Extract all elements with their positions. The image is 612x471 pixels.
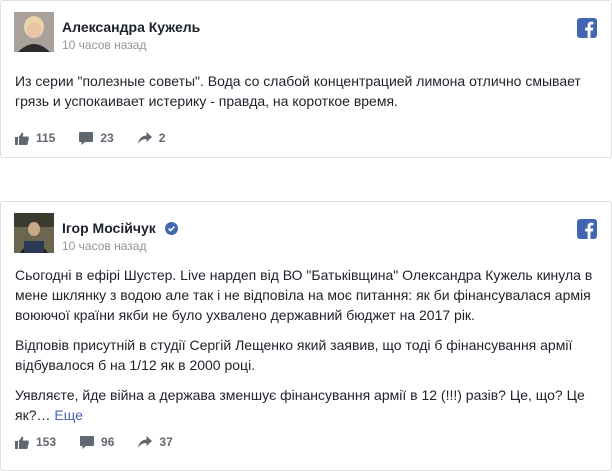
like-icon [15, 436, 29, 449]
like-count: 115 [36, 131, 56, 145]
comment-button[interactable]: 96 [80, 435, 114, 449]
comment-icon [80, 435, 95, 449]
share-icon [138, 436, 153, 448]
post-card-2: Ігор Мосійчук 10 часов назад Сьогодні в … [0, 201, 612, 471]
comment-count: 96 [101, 435, 115, 449]
post-paragraph: Уявляєте, йде війна а держава зменшує фі… [15, 385, 601, 425]
share-count: 37 [159, 435, 173, 449]
avatar[interactable] [14, 213, 54, 253]
post-timestamp[interactable]: 10 часов назад [62, 239, 146, 253]
post-actions: 153 96 37 [15, 435, 197, 449]
post-paragraph: Из серии "полезные советы". Вода со слаб… [15, 73, 581, 109]
comment-count: 23 [100, 131, 114, 145]
author-name[interactable]: Ігор Мосійчук [62, 220, 178, 236]
like-icon [15, 132, 29, 145]
see-more-link[interactable]: Еще [54, 407, 83, 423]
comment-icon [79, 131, 94, 145]
comment-button[interactable]: 23 [79, 131, 114, 145]
post-card-1: Александра Кужель 10 часов назад Из сери… [0, 0, 612, 158]
like-button[interactable]: 153 [15, 435, 56, 449]
post-text: Сьогодні в ефірі Шустер. Live нардеп від… [15, 265, 601, 435]
post-paragraph: Сьогодні в ефірі Шустер. Live нардеп від… [15, 267, 593, 323]
like-count: 153 [36, 435, 57, 449]
share-button[interactable]: 2 [137, 131, 166, 145]
verified-badge-icon [164, 222, 178, 235]
author-name-text[interactable]: Ігор Мосійчук [62, 220, 156, 236]
post-actions: 115 23 2 [15, 131, 189, 145]
facebook-logo-icon[interactable] [577, 219, 597, 239]
share-button[interactable]: 37 [138, 435, 173, 449]
author-name[interactable]: Александра Кужель [62, 19, 200, 35]
post-paragraph-text: Уявляєте, йде війна а держава зменшує фі… [15, 387, 585, 423]
post-text: Из серии "полезные советы". Вода со слаб… [15, 71, 601, 121]
post-timestamp[interactable]: 10 часов назад [62, 38, 146, 52]
share-count: 2 [158, 131, 166, 145]
share-icon [137, 132, 152, 144]
facebook-logo-icon[interactable] [577, 18, 597, 38]
avatar[interactable] [14, 12, 54, 52]
post-paragraph: Відповів присутній в студії Сергій Лещен… [15, 337, 573, 373]
like-button[interactable]: 115 [15, 131, 55, 145]
